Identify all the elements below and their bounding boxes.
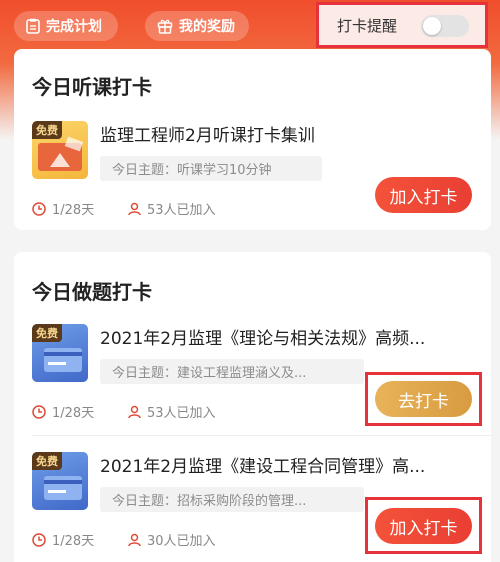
joined-count: 53人已加入: [128, 199, 216, 218]
today-topic: 今日主题：建设工程监理涵义及...: [100, 359, 364, 384]
progress-days: 1/28天: [32, 530, 94, 549]
my-rewards-label: 我的奖励: [179, 19, 235, 35]
days-text: 1/28天: [52, 406, 95, 421]
joined-text: 53人已加入: [147, 203, 216, 218]
reminder-toggle[interactable]: [421, 15, 469, 37]
joined-text: 30人已加入: [147, 534, 216, 549]
my-rewards-button[interactable]: 我的奖励: [145, 11, 249, 41]
practice-course-item[interactable]: 免费 2021年2月监理《理论与相关法规》高频... 今日主题：建设工程监理涵义…: [14, 324, 491, 426]
listen-section-title: 今日听课打卡: [32, 75, 152, 99]
practice-section-title: 今日做题打卡: [32, 280, 152, 304]
user-icon: [128, 533, 141, 546]
listen-checkin-card: 今日听课打卡 免费 监理工程师2月听课打卡集训 今日主题：听课学习10分钟 1/…: [14, 49, 491, 230]
today-topic: 今日主题：听课学习10分钟: [100, 156, 322, 181]
days-text: 1/28天: [52, 534, 95, 549]
free-badge: 免费: [32, 324, 62, 342]
practice-course-item[interactable]: 免费 2021年2月监理《建设工程合同管理》高... 今日主题：招标采购阶段的管…: [14, 452, 491, 562]
days-text: 1/28天: [52, 203, 95, 218]
free-badge: 免费: [32, 452, 62, 470]
clock-icon: [32, 404, 46, 419]
user-icon: [128, 405, 141, 418]
course-title: 监理工程师2月听课打卡集训: [100, 126, 315, 146]
joined-count: 30人已加入: [128, 530, 216, 549]
complete-plan-label: 完成计划: [46, 19, 102, 35]
reminder-highlight-box: 打卡提醒: [316, 2, 488, 48]
toggle-knob: [423, 17, 441, 35]
joined-text: 53人已加入: [147, 406, 216, 421]
top-bar: 完成计划 我的奖励 打卡提醒: [0, 0, 500, 50]
listen-course-item[interactable]: 免费 监理工程师2月听课打卡集训 今日主题：听课学习10分钟 1/28天 53人…: [14, 121, 491, 221]
course-thumbnail: 免费: [32, 121, 88, 179]
clipboard-icon: [26, 18, 40, 34]
course-thumbnail: 免费: [32, 452, 88, 510]
divider: [32, 435, 491, 436]
course-title: 2021年2月监理《建设工程合同管理》高...: [100, 457, 426, 477]
free-badge: 免费: [32, 121, 62, 139]
course-title: 2021年2月监理《理论与相关法规》高频...: [100, 329, 426, 349]
go-checkin-button[interactable]: 去打卡: [375, 381, 472, 417]
clock-icon: [32, 532, 46, 547]
complete-plan-button[interactable]: 完成计划: [14, 11, 118, 41]
gift-icon: [157, 19, 173, 34]
clock-icon: [32, 201, 46, 216]
reminder-label: 打卡提醒: [337, 16, 398, 35]
today-topic: 今日主题：招标采购阶段的管理...: [100, 487, 364, 512]
progress-days: 1/28天: [32, 402, 94, 421]
practice-checkin-card: 今日做题打卡 免费 2021年2月监理《理论与相关法规》高频... 今日主题：建…: [14, 252, 491, 562]
join-checkin-button[interactable]: 加入打卡: [375, 177, 472, 213]
progress-days: 1/28天: [32, 199, 94, 218]
join-checkin-button[interactable]: 加入打卡: [375, 508, 472, 544]
course-thumbnail: 免费: [32, 324, 88, 382]
user-icon: [128, 202, 141, 215]
joined-count: 53人已加入: [128, 402, 216, 421]
